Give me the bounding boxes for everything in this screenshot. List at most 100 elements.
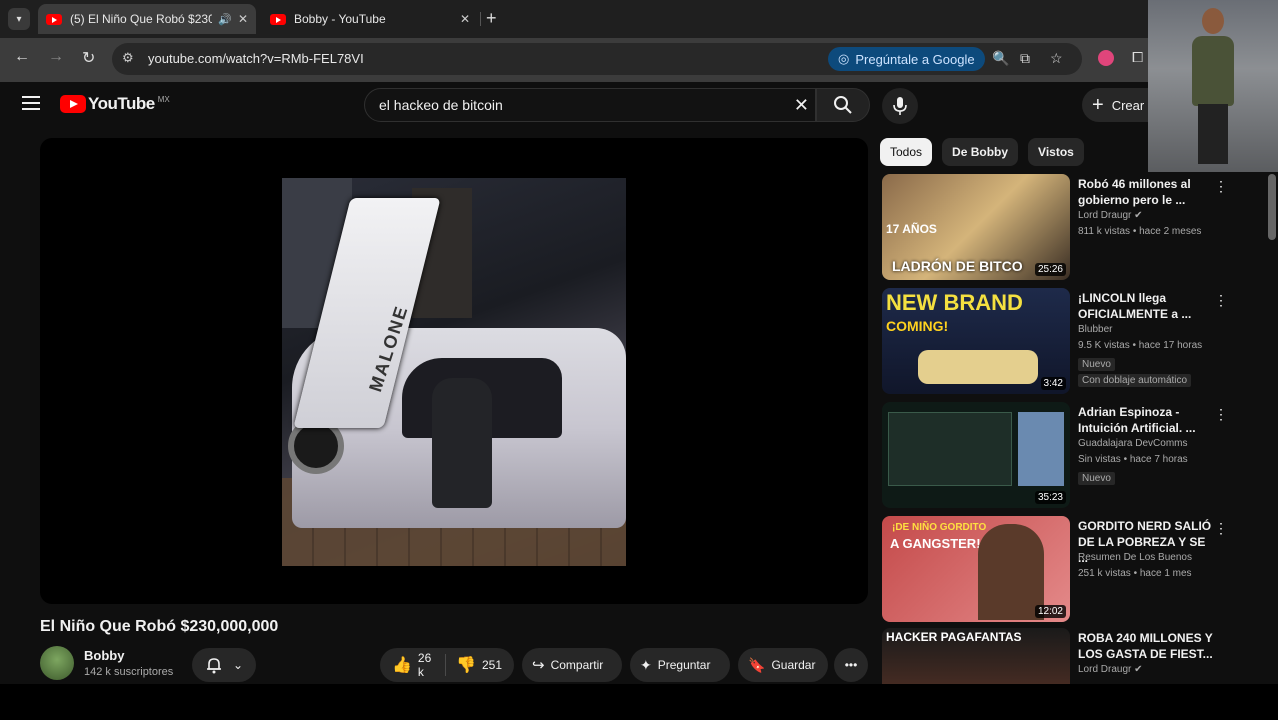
- recommendation-channel[interactable]: Lord Draugr ✔: [1078, 664, 1143, 675]
- close-tab-icon[interactable]: ✕: [460, 12, 470, 26]
- person-jacket: [1192, 36, 1234, 106]
- channel-avatar[interactable]: [40, 646, 74, 680]
- recommendation-item[interactable]: 17 AÑOS LADRÓN DE BITCO 25:26 Robó 46 mi…: [882, 174, 1274, 280]
- filter-chips: Todos De Bobby Vistos: [880, 138, 1084, 166]
- like-dislike-group: 👍 26 k 👎 251: [380, 648, 514, 682]
- recommendation-item[interactable]: HACKER PAGAFANTAS ROBA 240 MILLONES Y LO…: [882, 628, 1274, 684]
- duration-badge: 3:42: [1040, 377, 1066, 390]
- more-vertical-icon[interactable]: ⋮: [1214, 292, 1228, 309]
- site-info-icon[interactable]: ⚙: [122, 50, 134, 66]
- recommendation-title[interactable]: Adrian Espinoza - Intuición Artificial. …: [1078, 404, 1214, 436]
- recommendation-title[interactable]: ¡LINCOLN llega OFICIALMENTE a ...: [1078, 290, 1214, 322]
- clear-search-icon[interactable]: ✕: [794, 95, 809, 116]
- bookmark-star-icon[interactable]: ☆: [1050, 50, 1063, 67]
- channel-name[interactable]: Bobby: [84, 648, 124, 663]
- video-player[interactable]: MALONE: [40, 138, 868, 604]
- tab-channel[interactable]: Bobby - YouTube ✕: [262, 4, 478, 34]
- search-button[interactable]: [816, 88, 870, 122]
- address-bar[interactable]: ⚙ youtube.com/watch?v=RMb-FEL78VI ◎ Preg…: [112, 43, 1082, 75]
- thumbs-up-icon[interactable]: 👍: [392, 655, 412, 675]
- create-label: Crear: [1111, 97, 1145, 113]
- tab-search-button[interactable]: ▾: [8, 8, 30, 30]
- url-text[interactable]: youtube.com/watch?v=RMb-FEL78VI: [148, 51, 364, 66]
- thumbnail-text: 17 AÑOS: [886, 222, 937, 236]
- reload-icon[interactable]: ↻: [82, 48, 95, 68]
- notification-bell-button[interactable]: ⌄: [192, 648, 256, 682]
- like-count[interactable]: 26 k: [418, 651, 435, 679]
- new-tab-icon[interactable]: +: [486, 8, 497, 29]
- thumbnail-text: COMING!: [886, 318, 949, 334]
- thumbnail-text: A GANGSTER!: [890, 536, 981, 551]
- more-vertical-icon[interactable]: ⋮: [1214, 520, 1228, 537]
- thumbnail-text: NEW BRAND: [886, 290, 1023, 315]
- more-vertical-icon[interactable]: ⋮: [1214, 406, 1228, 423]
- voice-search-button[interactable]: [882, 88, 918, 124]
- chip-all[interactable]: Todos: [880, 138, 933, 166]
- recommendation-item[interactable]: 35:23 Adrian Espinoza - Intuición Artifi…: [882, 402, 1274, 508]
- close-tab-icon[interactable]: ✕: [238, 12, 248, 26]
- thumbnail-text: LADRÓN DE BITCO: [892, 258, 1023, 274]
- more-horizontal-icon: •••: [844, 658, 858, 672]
- youtube-header: YouTube MX el hackeo de bitcoin ✕ + Crea…: [0, 82, 1278, 128]
- search-input[interactable]: el hackeo de bitcoin ✕: [364, 88, 816, 122]
- video-thumbnail[interactable]: NEW BRAND COMING! 3:42: [882, 288, 1070, 394]
- new-badge: Nuevo: [1078, 472, 1115, 485]
- chip-watched[interactable]: Vistos: [1028, 138, 1084, 166]
- extension-icon[interactable]: [1098, 50, 1114, 66]
- duration-badge: 12:02: [1034, 605, 1066, 618]
- zoom-icon[interactable]: 🔍: [992, 50, 1009, 67]
- duration-badge: 25:26: [1034, 263, 1066, 276]
- ask-button[interactable]: ✦ Preguntar: [630, 648, 730, 682]
- car-image: [918, 350, 1038, 384]
- recommendation-channel[interactable]: Blubber: [1078, 324, 1112, 335]
- microphone-icon: [893, 97, 907, 115]
- person-head: [1202, 8, 1224, 34]
- tab-divider: [480, 12, 481, 26]
- more-actions-button[interactable]: •••: [834, 648, 868, 682]
- dislike-count[interactable]: 251: [482, 658, 502, 672]
- hamburger-menu-icon[interactable]: [22, 96, 40, 110]
- search-query[interactable]: el hackeo de bitcoin: [379, 97, 503, 113]
- chip-from-channel[interactable]: De Bobby: [942, 138, 1019, 166]
- back-icon[interactable]: ←: [14, 48, 30, 66]
- logo-text: YouTube: [88, 94, 155, 113]
- save-label: Guardar: [771, 658, 816, 672]
- tab-title: Bobby - YouTube: [294, 12, 386, 26]
- video-thumbnail[interactable]: ¡DE NIÑO GORDITO A GANGSTER! 12:02: [882, 516, 1070, 622]
- save-button[interactable]: 🔖 Guardar: [738, 648, 828, 682]
- share-button[interactable]: ↪ Compartir: [522, 648, 622, 682]
- more-vertical-icon[interactable]: ⋮: [1214, 178, 1228, 195]
- video-thumbnail[interactable]: 35:23: [882, 402, 1070, 508]
- youtube-logo[interactable]: YouTube MX: [60, 94, 170, 114]
- video-thumbnail[interactable]: HACKER PAGAFANTAS: [882, 628, 1070, 684]
- tab-video[interactable]: (5) El Niño Que Robó $230,0 🔊 ✕: [38, 4, 256, 34]
- recommendation-channel[interactable]: Guadalajara DevComms: [1078, 438, 1188, 449]
- slide-image: [888, 412, 1012, 486]
- auto-dub-badge: Con doblaje automático: [1078, 374, 1192, 387]
- install-app-icon[interactable]: ⧉: [1020, 50, 1030, 67]
- search-icon: [834, 96, 852, 114]
- recommendation-title[interactable]: Robó 46 millones al gobierno pero le ...: [1078, 176, 1214, 208]
- recommendation-title[interactable]: ROBA 240 MILLONES Y LOS GASTA DE FIEST..…: [1078, 630, 1214, 662]
- chevron-down-icon: ⌄: [232, 658, 244, 672]
- country-code: MX: [157, 94, 170, 104]
- subscriber-count: 142 k suscriptores: [84, 666, 174, 678]
- plus-icon: +: [1092, 93, 1104, 116]
- thumbnail-text: HACKER PAGAFANTAS: [886, 630, 1022, 644]
- speaker-icon[interactable]: 🔊: [218, 13, 232, 26]
- recommendation-item[interactable]: ¡DE NIÑO GORDITO A GANGSTER! 12:02 GORDI…: [882, 516, 1274, 622]
- video-thumbnail[interactable]: 17 AÑOS LADRÓN DE BITCO 25:26: [882, 174, 1070, 280]
- recommendation-channel[interactable]: Resumen De Los Buenos: [1078, 552, 1192, 563]
- extensions-puzzle-icon[interactable]: ⧠: [1132, 49, 1143, 66]
- thumbs-down-icon[interactable]: 👎: [456, 655, 476, 675]
- recommendation-meta: 251 k vistas • hace 1 mes: [1078, 568, 1192, 579]
- share-icon: ↪: [532, 657, 545, 674]
- sidebar-scrollbar[interactable]: [1268, 174, 1276, 240]
- new-badge: Nuevo: [1078, 358, 1115, 371]
- ask-google-button[interactable]: ◎ Pregúntale a Google: [828, 47, 985, 71]
- divider: [445, 654, 447, 676]
- forward-icon[interactable]: →: [48, 48, 64, 66]
- ask-google-label: Pregúntale a Google: [855, 51, 975, 67]
- recommendation-channel[interactable]: Lord Draugr ✔: [1078, 210, 1143, 221]
- recommendation-item[interactable]: NEW BRAND COMING! 3:42 ¡LINCOLN llega OF…: [882, 288, 1274, 394]
